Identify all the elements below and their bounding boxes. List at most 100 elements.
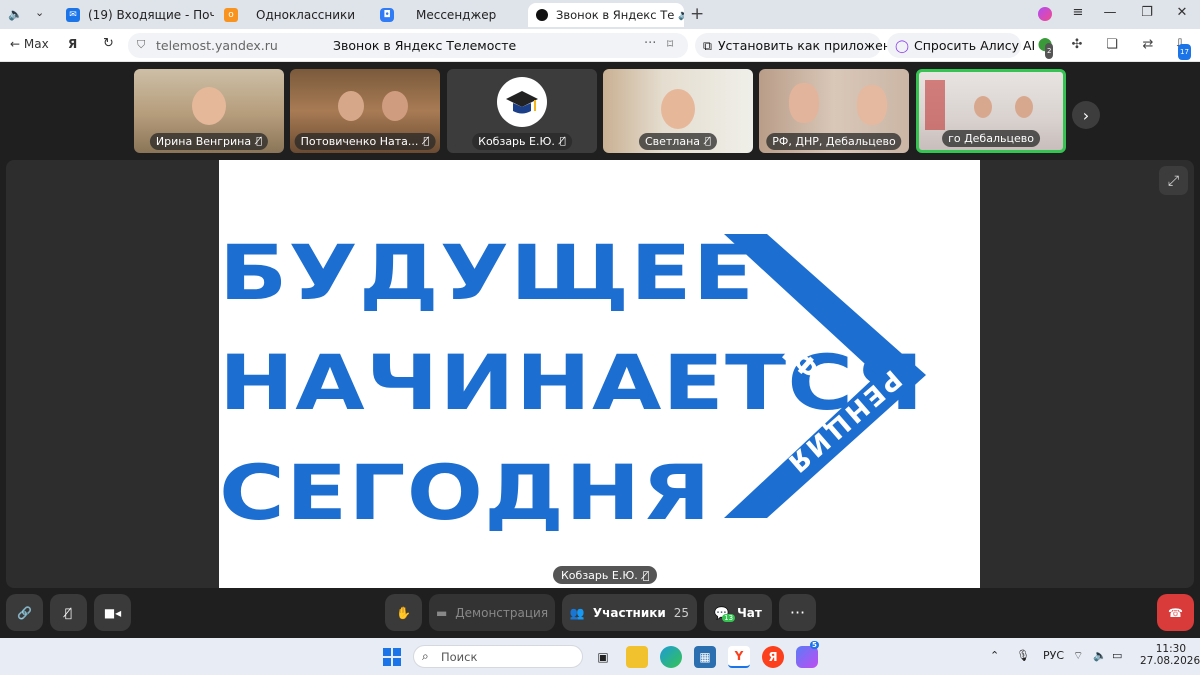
language-indicator[interactable]: РУС bbox=[1043, 649, 1064, 662]
address-bar: ← Max Я ↻ ⛉ telemost.yandex.ru Звонок в … bbox=[0, 29, 1200, 62]
tab-mail[interactable]: ✉ (19) Входящие - Почта Ma bbox=[66, 3, 214, 27]
chevron-right-icon: › bbox=[1082, 105, 1090, 125]
install-app-button[interactable]: ⧉ Установить как приложение bbox=[695, 33, 907, 58]
chat-icon: 💬 13 bbox=[714, 605, 736, 622]
slide-line-1: БУДУЩЕЕ bbox=[219, 228, 756, 317]
participant-name: Кобзарь Е.Ю. 🎙̸ bbox=[472, 133, 572, 150]
clock[interactable]: 11:30 27.08.2026 bbox=[1140, 643, 1200, 667]
copy-link-button[interactable]: 🔗 bbox=[6, 594, 43, 631]
file-explorer-icon[interactable] bbox=[626, 646, 648, 668]
participants-count: 25 bbox=[673, 605, 690, 620]
people-icon: 👥 bbox=[569, 605, 585, 620]
back-label: Max bbox=[23, 37, 49, 51]
participant-video bbox=[338, 91, 364, 121]
sync-icon[interactable]: ⇄ bbox=[1140, 37, 1156, 53]
minimize-icon[interactable]: — bbox=[1100, 5, 1120, 20]
url-box[interactable]: ⛉ telemost.yandex.ru Звонок в Яндекс Тел… bbox=[128, 33, 688, 58]
battery-icon[interactable]: ▭ bbox=[1112, 649, 1122, 662]
collections-icon[interactable]: ❏ bbox=[1104, 37, 1120, 53]
clock-date: 27.08.2026 bbox=[1140, 655, 1200, 667]
screen-share-button[interactable]: ▬ Демонстрация bbox=[429, 594, 555, 631]
participant-video bbox=[661, 89, 695, 129]
presenter-name: Кобзарь Е.Ю. bbox=[561, 568, 638, 582]
telemost-icon bbox=[536, 9, 548, 21]
taskbar-search[interactable]: ⌕ Поиск bbox=[413, 645, 583, 668]
hand-icon: ✋ bbox=[396, 605, 411, 620]
wifi-icon[interactable]: ⌔ bbox=[1073, 649, 1083, 663]
puzzle-icon[interactable]: ✣ bbox=[1069, 37, 1085, 53]
volume-icon[interactable]: 🔈 bbox=[1093, 649, 1107, 662]
raise-hand-button[interactable]: ✋ bbox=[385, 594, 422, 631]
chat-button[interactable]: 💬 13 Чат bbox=[704, 594, 772, 631]
speaker-icon[interactable]: 🔈 bbox=[8, 7, 23, 21]
close-window-icon[interactable]: ✕ bbox=[1172, 5, 1192, 20]
mail-icon: ✉ bbox=[66, 8, 80, 22]
hang-up-icon: ☎ bbox=[1168, 605, 1183, 620]
ask-alice-button[interactable]: ◯ Спросить Алису AI bbox=[887, 33, 1035, 58]
extension-shield-icon[interactable]: ⬤ 2 bbox=[1037, 37, 1054, 59]
yandex-browser-icon[interactable]: Y bbox=[728, 646, 750, 668]
tab-telemost[interactable]: Звонок в Яндекс Те 🔈 × bbox=[528, 3, 684, 27]
end-call-button[interactable]: ☎ bbox=[1157, 594, 1194, 631]
edge-icon[interactable] bbox=[660, 646, 682, 668]
tab-messenger[interactable]: ◘ Мессенджер bbox=[380, 3, 520, 27]
tab-label: Одноклассники bbox=[256, 8, 356, 22]
downloads-badge: 17 bbox=[1178, 44, 1191, 60]
yandex-icon[interactable]: Я bbox=[68, 37, 77, 51]
participant-tile[interactable]: Светлана 🎙̸ bbox=[603, 69, 753, 153]
presenter-label: Кобзарь Е.Ю. 🎙̸ bbox=[553, 566, 658, 584]
next-participants-button[interactable]: › bbox=[1072, 101, 1100, 129]
screen-share-label: Демонстрация bbox=[455, 605, 549, 620]
expand-icon: ⤢ bbox=[1167, 172, 1180, 189]
alice-icon[interactable] bbox=[1038, 7, 1052, 21]
store-icon[interactable]: ▦ bbox=[694, 646, 716, 668]
mic-off-icon: 🎙̸ bbox=[642, 568, 650, 582]
participant-tile[interactable]: Потовиченко Ната... 🎙̸ bbox=[290, 69, 440, 153]
participant-video bbox=[192, 87, 226, 125]
participant-tile-active[interactable]: го Дебальцево bbox=[916, 69, 1066, 153]
graduation-cap-icon bbox=[497, 77, 547, 127]
chevron-down-icon[interactable]: ⌄ bbox=[35, 6, 44, 19]
tab-odnoklassniki[interactable]: o Одноклассники bbox=[224, 3, 374, 27]
more-options-button[interactable]: ··· bbox=[779, 594, 816, 631]
slide-line-3: СЕГОДНЯ bbox=[219, 448, 712, 537]
messenger-icon: ◘ bbox=[380, 8, 394, 22]
participant-name: Ирина Венгрина 🎙̸ bbox=[149, 133, 269, 150]
back-arrow-icon: ← bbox=[10, 37, 21, 51]
participant-tile[interactable]: Кобзарь Е.Ю. 🎙̸ bbox=[447, 69, 597, 153]
reload-icon[interactable]: ↻ bbox=[103, 36, 114, 51]
fullscreen-button[interactable]: ⤢ bbox=[1159, 166, 1188, 195]
participant-video bbox=[789, 83, 819, 123]
back-button[interactable]: ← Max bbox=[10, 37, 49, 51]
more-icon[interactable]: ··· bbox=[644, 36, 656, 51]
participant-name-text: РФ, ДНР, Дебальцево bbox=[772, 135, 896, 148]
browser-tab-bar: 🔈 ⌄ ✉ (19) Входящие - Почта Ma o Однокла… bbox=[0, 0, 1200, 29]
yandex-icon[interactable]: Я bbox=[762, 646, 784, 668]
participants-button[interactable]: 👥 Участники 25 bbox=[562, 594, 697, 631]
shared-slide: БУДУЩЕЕ НАЧИНАЕТСЯ СЕГОДНЯ КОНФЕ РЕНЦИЯ bbox=[219, 160, 980, 588]
restore-icon[interactable]: ❐ bbox=[1137, 5, 1157, 20]
camera-button[interactable]: ■◂ bbox=[94, 594, 131, 631]
mic-icon[interactable]: 🎙 bbox=[1016, 649, 1030, 662]
new-tab-button[interactable]: + bbox=[690, 4, 704, 24]
menu-icon[interactable]: ≡ bbox=[1068, 5, 1088, 20]
participants-label: Участники bbox=[592, 605, 666, 620]
participant-tile[interactable]: РФ, ДНР, Дебальцево bbox=[759, 69, 909, 153]
microphone-button[interactable]: 🎙̸ bbox=[50, 594, 87, 631]
bookmark-icon[interactable]: ⌑ bbox=[667, 37, 673, 51]
install-label: Установить как приложение bbox=[717, 38, 907, 53]
participant-tile[interactable]: Ирина Венгрина 🎙̸ bbox=[134, 69, 284, 153]
page-title: Звонок в Яндекс Телемосте bbox=[333, 38, 517, 53]
mic-off-icon: 🎙̸ bbox=[256, 136, 263, 147]
search-icon: ⌕ bbox=[422, 649, 429, 663]
participant-video bbox=[857, 85, 887, 125]
screen-icon: ▬ bbox=[435, 605, 448, 620]
downloads-icon[interactable]: ⇩ 17 bbox=[1172, 37, 1191, 60]
task-view-icon[interactable]: ▣ bbox=[592, 646, 614, 668]
messenger-badge: 5 bbox=[810, 641, 819, 649]
windows-start-icon[interactable] bbox=[381, 646, 403, 668]
messenger-app-icon[interactable]: 5 bbox=[796, 641, 819, 668]
chevron-up-icon[interactable]: ⌃ bbox=[990, 649, 999, 662]
url-text: telemost.yandex.ru bbox=[156, 38, 278, 53]
ok-icon: o bbox=[224, 8, 238, 22]
